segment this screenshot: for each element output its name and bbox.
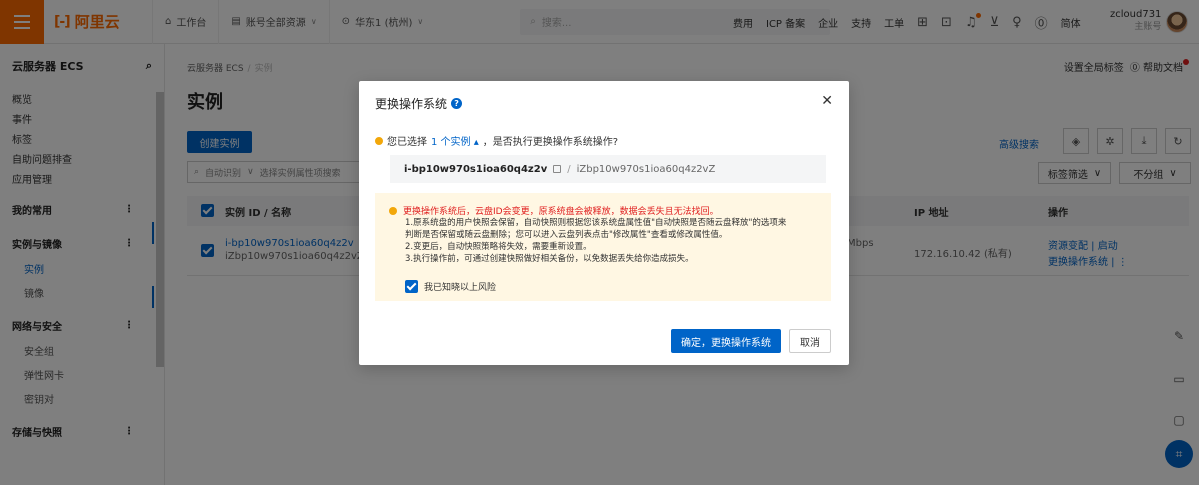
selected-instance-name: iZbp10w970s1ioa60q4z2vZ [576,163,716,175]
copy-icon[interactable] [553,165,562,173]
warning-details: 1.原系统盘的用户快照会保留，自动快照则根据您该系统盘属性值"自动快照是否随云盘… [405,217,820,265]
checkbox-icon [405,280,418,293]
selected-instance-id: i-bp10w970s1ioa60q4z2v [404,163,548,175]
warning-line: 1.原系统盘的用户快照会保留，自动快照则根据您该系统盘属性值"自动快照是否随云盘… [405,218,787,228]
confirm-prefix: 您已选择 [387,137,427,148]
confirm-message: 您已选择 1 个实例 ▴ ，是否执行更换操作系统操作? [375,133,618,148]
help-icon[interactable]: ? [451,98,463,109]
selected-instance-box: i-bp10w970s1ioa60q4z2v / iZbp10w970s1ioa… [390,155,826,183]
dialog-title: 更换操作系统 ? [375,95,463,112]
info-dot-icon [375,136,383,145]
close-icon[interactable]: ✕ [821,93,833,109]
warning-title: 更换操作系统后，云盘ID会变更，原系统盘会被释放，数据会丢失且无法找回。 [403,207,719,217]
warning-box: 更换操作系统后，云盘ID会变更，原系统盘会被释放，数据会丢失且无法找回。 1.原… [375,193,831,301]
confirm-change-os-button[interactable]: 确定，更换操作系统 [671,329,781,353]
warning-line: 2.变更后，自动快照策略将失效，需要重新设置。 [405,242,592,252]
change-os-dialog: 更换操作系统 ? ✕ 您已选择 1 个实例 ▴ ，是否执行更换操作系统操作? i… [359,81,849,365]
instance-count: 1 个实例 [431,137,471,148]
risk-ack-label: 我已知晓以上风险 [424,283,497,293]
warning-line: 3.执行操作前，可通过创建快照做好相关备份，以免数据丢失给你造成损失。 [405,254,694,264]
warning-line: 判断是否保留或随云盘删除；您可以进入云盘列表点击"修改属性"查看或修改属性值。 [405,230,728,240]
instance-count-toggle[interactable]: 1 个实例 ▴ [431,133,479,148]
warning-header: 更换操作系统后，云盘ID会变更，原系统盘会被释放，数据会丢失且无法找回。 [389,204,719,217]
risk-ack-checkbox[interactable]: 我已知晓以上风险 [405,280,496,293]
warning-icon [389,206,397,215]
dialog-title-text: 更换操作系统 [375,97,448,111]
confirm-suffix: ，是否执行更换操作系统操作? [482,137,619,148]
cancel-button[interactable]: 取消 [789,329,831,353]
